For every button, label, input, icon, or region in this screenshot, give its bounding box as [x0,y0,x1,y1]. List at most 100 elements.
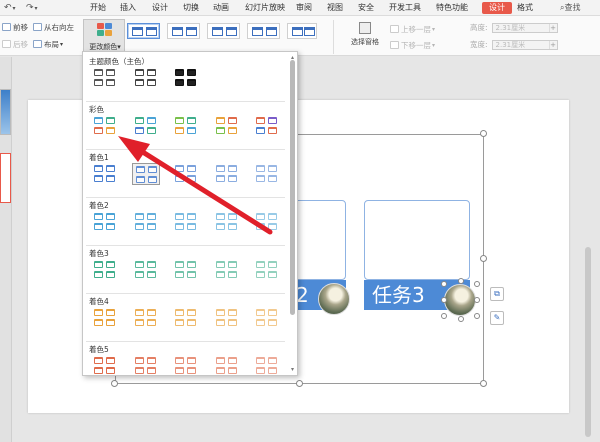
color-option[interactable] [253,211,281,233]
demote-button[interactable]: 后移 [2,38,28,50]
color-option[interactable] [253,355,281,375]
image-handle-bl[interactable] [441,313,447,319]
smartart-style-gallery [127,20,340,54]
section-title: 着色1 [89,153,109,162]
color-option[interactable] [172,259,200,281]
resize-handle-bl[interactable] [111,380,118,387]
tab-11[interactable]: 特色功能 [436,2,468,14]
slide-thumbnail[interactable] [0,89,11,135]
send-backward-button[interactable]: 下移一层 ▾ [390,39,435,51]
promote-button[interactable]: 前移 [2,21,28,33]
tab-8[interactable]: 视图 [327,2,343,14]
color-option[interactable] [253,307,281,329]
style-option-4[interactable] [247,23,280,39]
section-title: 主题颜色（主色） [89,57,149,66]
send-backward-icon [390,41,399,49]
layout-icon [33,40,42,48]
color-option[interactable] [132,115,160,137]
color-option[interactable] [91,355,119,375]
image-handle-br[interactable] [474,313,480,319]
section-divider [86,149,285,150]
selection-pane-button[interactable]: 选择窗格 [345,20,385,54]
color-option[interactable] [91,259,119,281]
format-brush-icon[interactable]: ✎ [490,311,504,325]
color-option[interactable] [132,211,160,233]
color-option[interactable] [213,163,241,185]
image-handle-tl[interactable] [441,281,447,287]
style-option-1[interactable] [127,23,160,39]
width-input[interactable]: 2.31厘米 + [491,39,558,50]
image-handle-l[interactable] [441,297,447,303]
dropdown-scrollbar[interactable]: ▴ ▾ [289,54,296,374]
color-option[interactable] [91,163,119,185]
color-option[interactable] [213,259,241,281]
color-option[interactable] [172,307,200,329]
tab-bar: ↶ ▾ ↷ ▾ 开始 插入 设计 切换 动画 幻灯片放映 审阅 视图 安全 开发工具 特色功能 设计 格式 … [0,0,600,16]
layout-options-icon[interactable]: ⧉ [490,287,504,301]
tab-1[interactable]: 开始 [90,2,106,14]
color-option[interactable] [213,307,241,329]
color-option[interactable] [132,67,160,89]
resize-handle-r[interactable] [480,255,487,262]
tab-3[interactable]: 设计 [152,2,168,14]
bring-forward-button[interactable]: 上移一层 ▾ [390,23,435,35]
height-label: 高度: [470,23,488,32]
color-option[interactable] [91,67,119,89]
color-option[interactable] [213,355,241,375]
tab-5[interactable]: 动画 [213,2,229,14]
right-to-left-button[interactable]: 从右向左 [33,21,74,33]
redo-button[interactable]: ↷ ▾ [26,2,38,14]
layout-button[interactable]: 布局 ▾ [33,38,63,50]
tab-4[interactable]: 切换 [183,2,199,14]
change-color-button[interactable]: 更改颜色▾ [83,19,125,54]
undo-button[interactable]: ↶ ▾ [4,2,16,14]
bring-forward-icon [390,25,399,33]
color-option[interactable] [172,115,200,137]
color-option[interactable] [172,67,200,89]
image-handle-t[interactable] [458,278,464,284]
style-option-3[interactable] [207,23,240,39]
color-option[interactable] [213,115,241,137]
tab-12[interactable]: 设计 [482,2,512,14]
color-option[interactable] [253,259,281,281]
resize-handle-br[interactable] [480,380,487,387]
color-option[interactable] [253,163,281,185]
tab-2[interactable]: 插入 [120,2,136,14]
color-option[interactable] [253,115,281,137]
color-option[interactable] [91,211,119,233]
style-option-2[interactable] [167,23,200,39]
color-option[interactable] [213,211,241,233]
color-option[interactable] [172,211,200,233]
color-option[interactable] [132,307,160,329]
tab-13[interactable]: 格式 [517,2,533,14]
change-color-dropdown: 主题颜色（主色） 彩色 着色1 着色2 着色3 着色4 着色5 ▴ ▾ [82,51,298,376]
style-option-5[interactable] [287,23,317,39]
search-button[interactable]: ⌕查找 [560,2,580,14]
tab-6[interactable]: 幻灯片放映 [245,2,285,14]
tab-9[interactable]: 安全 [358,2,374,14]
color-option[interactable] [91,115,119,137]
redo-icon: ↷ [26,3,34,13]
dropdown-scroll-thumb[interactable] [290,60,295,315]
resize-handle-b[interactable] [296,380,303,387]
image-handle-tr[interactable] [474,281,480,287]
scroll-thumb[interactable] [585,247,591,437]
color-option[interactable] [91,307,119,329]
color-option[interactable] [132,163,160,185]
color-option[interactable] [132,355,160,375]
section-title: 着色2 [89,201,109,210]
image-handle-r[interactable] [474,297,480,303]
height-row: 高度: 2.31厘米 + [470,22,558,33]
scroll-down-icon[interactable]: ▾ [289,366,296,373]
tab-7[interactable]: 审阅 [296,2,312,14]
color-option[interactable] [132,259,160,281]
image-handle-b[interactable] [458,316,464,322]
gallery-scroll[interactable] [333,20,340,54]
height-input[interactable]: 2.31厘米 + [491,22,558,33]
tab-10[interactable]: 开发工具 [389,2,421,14]
color-option[interactable] [172,163,200,185]
resize-handle-tr[interactable] [480,130,487,137]
slide-thumbnail-active[interactable] [0,153,11,203]
vertical-scrollbar[interactable] [580,57,600,442]
color-option[interactable] [172,355,200,375]
